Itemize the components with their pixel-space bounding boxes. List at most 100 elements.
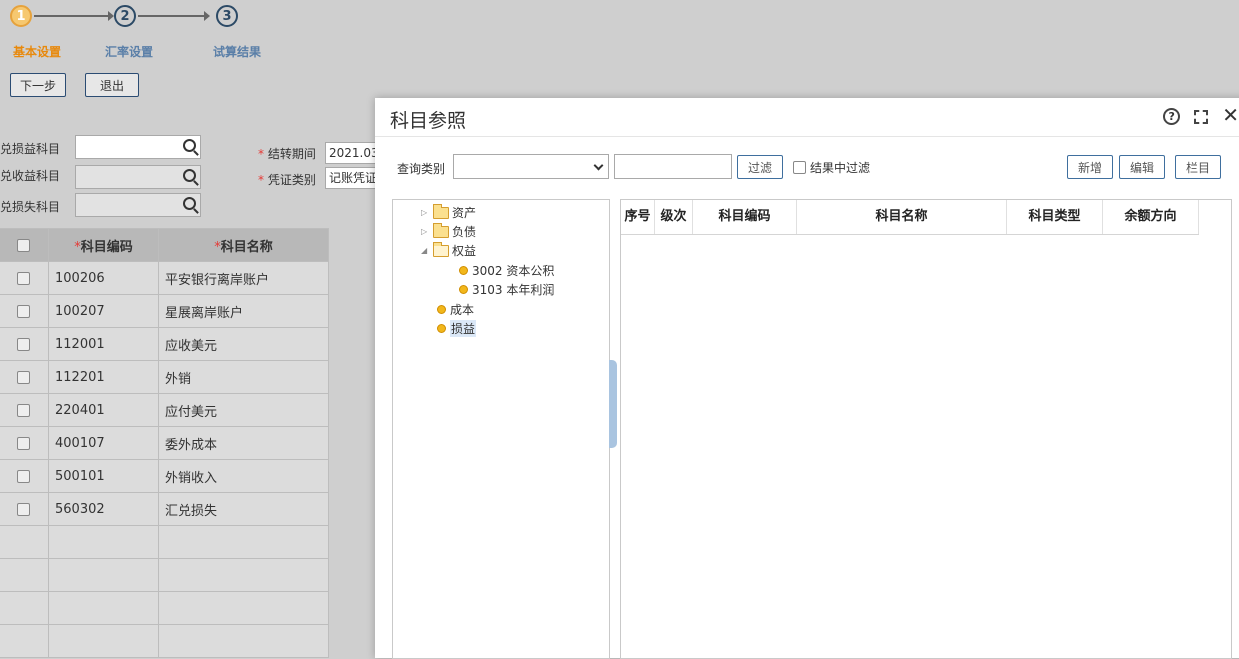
column-header-code: *科目编码 — [48, 228, 159, 262]
account-name-cell[interactable] — [158, 624, 329, 658]
filter-in-results-checkbox[interactable] — [793, 161, 806, 174]
account-code-cell[interactable]: 560302 — [48, 492, 159, 526]
select-all-checkbox[interactable] — [17, 238, 30, 252]
add-button[interactable]: 新增 — [1067, 155, 1114, 179]
expand-arrow-icon[interactable]: ▷ — [421, 208, 431, 217]
search-icon[interactable] — [183, 169, 196, 182]
account-name-cell[interactable]: 外销收入 — [158, 459, 329, 493]
table-row[interactable]: 100206 平安银行离岸账户 — [0, 261, 329, 295]
tree-node-capital-reserve[interactable]: 3002 资本公积 — [459, 262, 554, 279]
tree-node-liabilities[interactable]: ▷ 负债 — [421, 222, 476, 240]
account-name-cell[interactable] — [158, 525, 329, 559]
row-checkbox[interactable] — [17, 502, 30, 516]
income-account-input[interactable] — [75, 165, 201, 189]
account-name-cell[interactable]: 应收美元 — [158, 327, 329, 361]
row-select-cell — [0, 591, 49, 625]
account-code-cell[interactable]: 100207 — [48, 294, 159, 328]
row-checkbox[interactable] — [17, 469, 30, 483]
loss-account-input[interactable] — [75, 193, 201, 217]
table-row[interactable]: 500101 外销收入 — [0, 459, 329, 493]
voucher-type-field[interactable]: 记账凭证 — [325, 167, 377, 189]
table-row[interactable]: 560302 汇兑损失 — [0, 492, 329, 526]
account-code-cell[interactable]: 112001 — [48, 327, 159, 361]
row-checkbox[interactable] — [17, 271, 30, 285]
close-icon[interactable]: ✕ — [1222, 105, 1239, 125]
account-code-cell[interactable] — [48, 558, 159, 592]
step-connector — [34, 11, 114, 21]
account-code-cell[interactable]: 500101 — [48, 459, 159, 493]
grid-column-index[interactable]: 序号 — [621, 200, 655, 234]
table-row[interactable]: 400107 委外成本 — [0, 426, 329, 460]
required-mark: * — [258, 147, 264, 161]
row-checkbox[interactable] — [17, 403, 30, 417]
table-row[interactable] — [0, 525, 329, 559]
expand-arrow-icon[interactable]: ▷ — [421, 227, 431, 236]
filter-button[interactable]: 过滤 — [737, 155, 784, 179]
account-code-cell[interactable] — [48, 525, 159, 559]
search-icon[interactable] — [183, 139, 196, 152]
row-select-cell — [0, 459, 49, 493]
table-row[interactable] — [0, 624, 329, 658]
table-row[interactable]: 100207 星展离岸账户 — [0, 294, 329, 328]
gain-account-label: 汇兑损益科目 — [0, 142, 61, 156]
account-code-cell[interactable] — [48, 591, 159, 625]
row-select-cell — [0, 261, 49, 295]
tree-node-current-year-profit[interactable]: 3103 本年利润 — [459, 281, 554, 298]
step-3-label: 试算结果 — [213, 45, 262, 59]
gain-account-input[interactable] — [75, 135, 201, 159]
account-name-cell[interactable]: 汇兑损失 — [158, 492, 329, 526]
panel-splitter-handle[interactable] — [609, 360, 617, 448]
leaf-node-icon — [459, 266, 468, 275]
tree-node-cost[interactable]: 成本 — [437, 301, 474, 318]
maximize-icon[interactable] — [1194, 110, 1209, 124]
row-select-cell — [0, 393, 49, 427]
grid-column-balance-direction[interactable]: 余额方向 — [1103, 200, 1199, 234]
row-checkbox[interactable] — [17, 370, 30, 384]
next-step-button[interactable]: 下一步 — [10, 73, 67, 97]
table-row[interactable] — [0, 591, 329, 625]
account-name-cell[interactable]: 星展离岸账户 — [158, 294, 329, 328]
table-row[interactable]: 112001 应收美元 — [0, 327, 329, 361]
row-select-cell — [0, 426, 49, 460]
account-code-cell[interactable]: 112201 — [48, 360, 159, 394]
tree-node-label: 资产 — [452, 206, 477, 220]
period-field[interactable]: 2021.03 — [325, 142, 377, 164]
columns-button[interactable]: 栏目 — [1175, 155, 1222, 179]
account-name-cell[interactable]: 平安银行离岸账户 — [158, 261, 329, 295]
tree-node-label: 权益 — [452, 244, 477, 258]
grid-column-code[interactable]: 科目编码 — [693, 200, 797, 234]
account-name-cell[interactable]: 应付美元 — [158, 393, 329, 427]
account-code-cell[interactable]: 400107 — [48, 426, 159, 460]
table-row[interactable]: 112201 外销 — [0, 360, 329, 394]
account-code-cell[interactable]: 100206 — [48, 261, 159, 295]
tree-node-assets[interactable]: ▷ 资产 — [421, 203, 477, 221]
folder-icon — [433, 203, 449, 219]
query-category-select[interactable] — [453, 154, 609, 179]
tree-node-equity[interactable]: ◢ 权益 — [421, 241, 477, 259]
help-icon[interactable]: ? — [1163, 108, 1181, 125]
tree-node-label: 成本 — [450, 303, 475, 317]
account-name-cell[interactable]: 外销 — [158, 360, 329, 394]
account-name-cell[interactable] — [158, 558, 329, 592]
search-icon[interactable] — [183, 197, 196, 210]
collapse-arrow-icon[interactable]: ◢ — [421, 246, 431, 255]
tree-node-profit-loss[interactable]: 损益 — [437, 320, 477, 337]
account-name-cell[interactable]: 委外成本 — [158, 426, 329, 460]
account-name-cell[interactable] — [158, 591, 329, 625]
account-category-tree: ▷ 资产 ▷ 负债 ◢ 权益 3002 资本公积 3103 本年利润 成本 损益 — [392, 199, 610, 659]
filter-input[interactable] — [614, 154, 732, 179]
table-row[interactable] — [0, 558, 329, 592]
row-checkbox[interactable] — [17, 436, 30, 450]
filter-in-results-option[interactable]: 结果中过滤 — [793, 159, 870, 176]
edit-button[interactable]: 编辑 — [1119, 155, 1166, 179]
grid-column-name[interactable]: 科目名称 — [797, 200, 1007, 234]
table-row[interactable]: 220401 应付美元 — [0, 393, 329, 427]
account-code-cell[interactable]: 220401 — [48, 393, 159, 427]
exit-button[interactable]: 退出 — [85, 73, 140, 97]
account-code-cell[interactable] — [48, 624, 159, 658]
row-checkbox[interactable] — [17, 304, 30, 318]
grid-column-level[interactable]: 级次 — [655, 200, 693, 234]
voucher-type-label-text: 凭证类别 — [267, 173, 316, 187]
grid-column-type[interactable]: 科目类型 — [1007, 200, 1103, 234]
row-checkbox[interactable] — [17, 337, 30, 351]
